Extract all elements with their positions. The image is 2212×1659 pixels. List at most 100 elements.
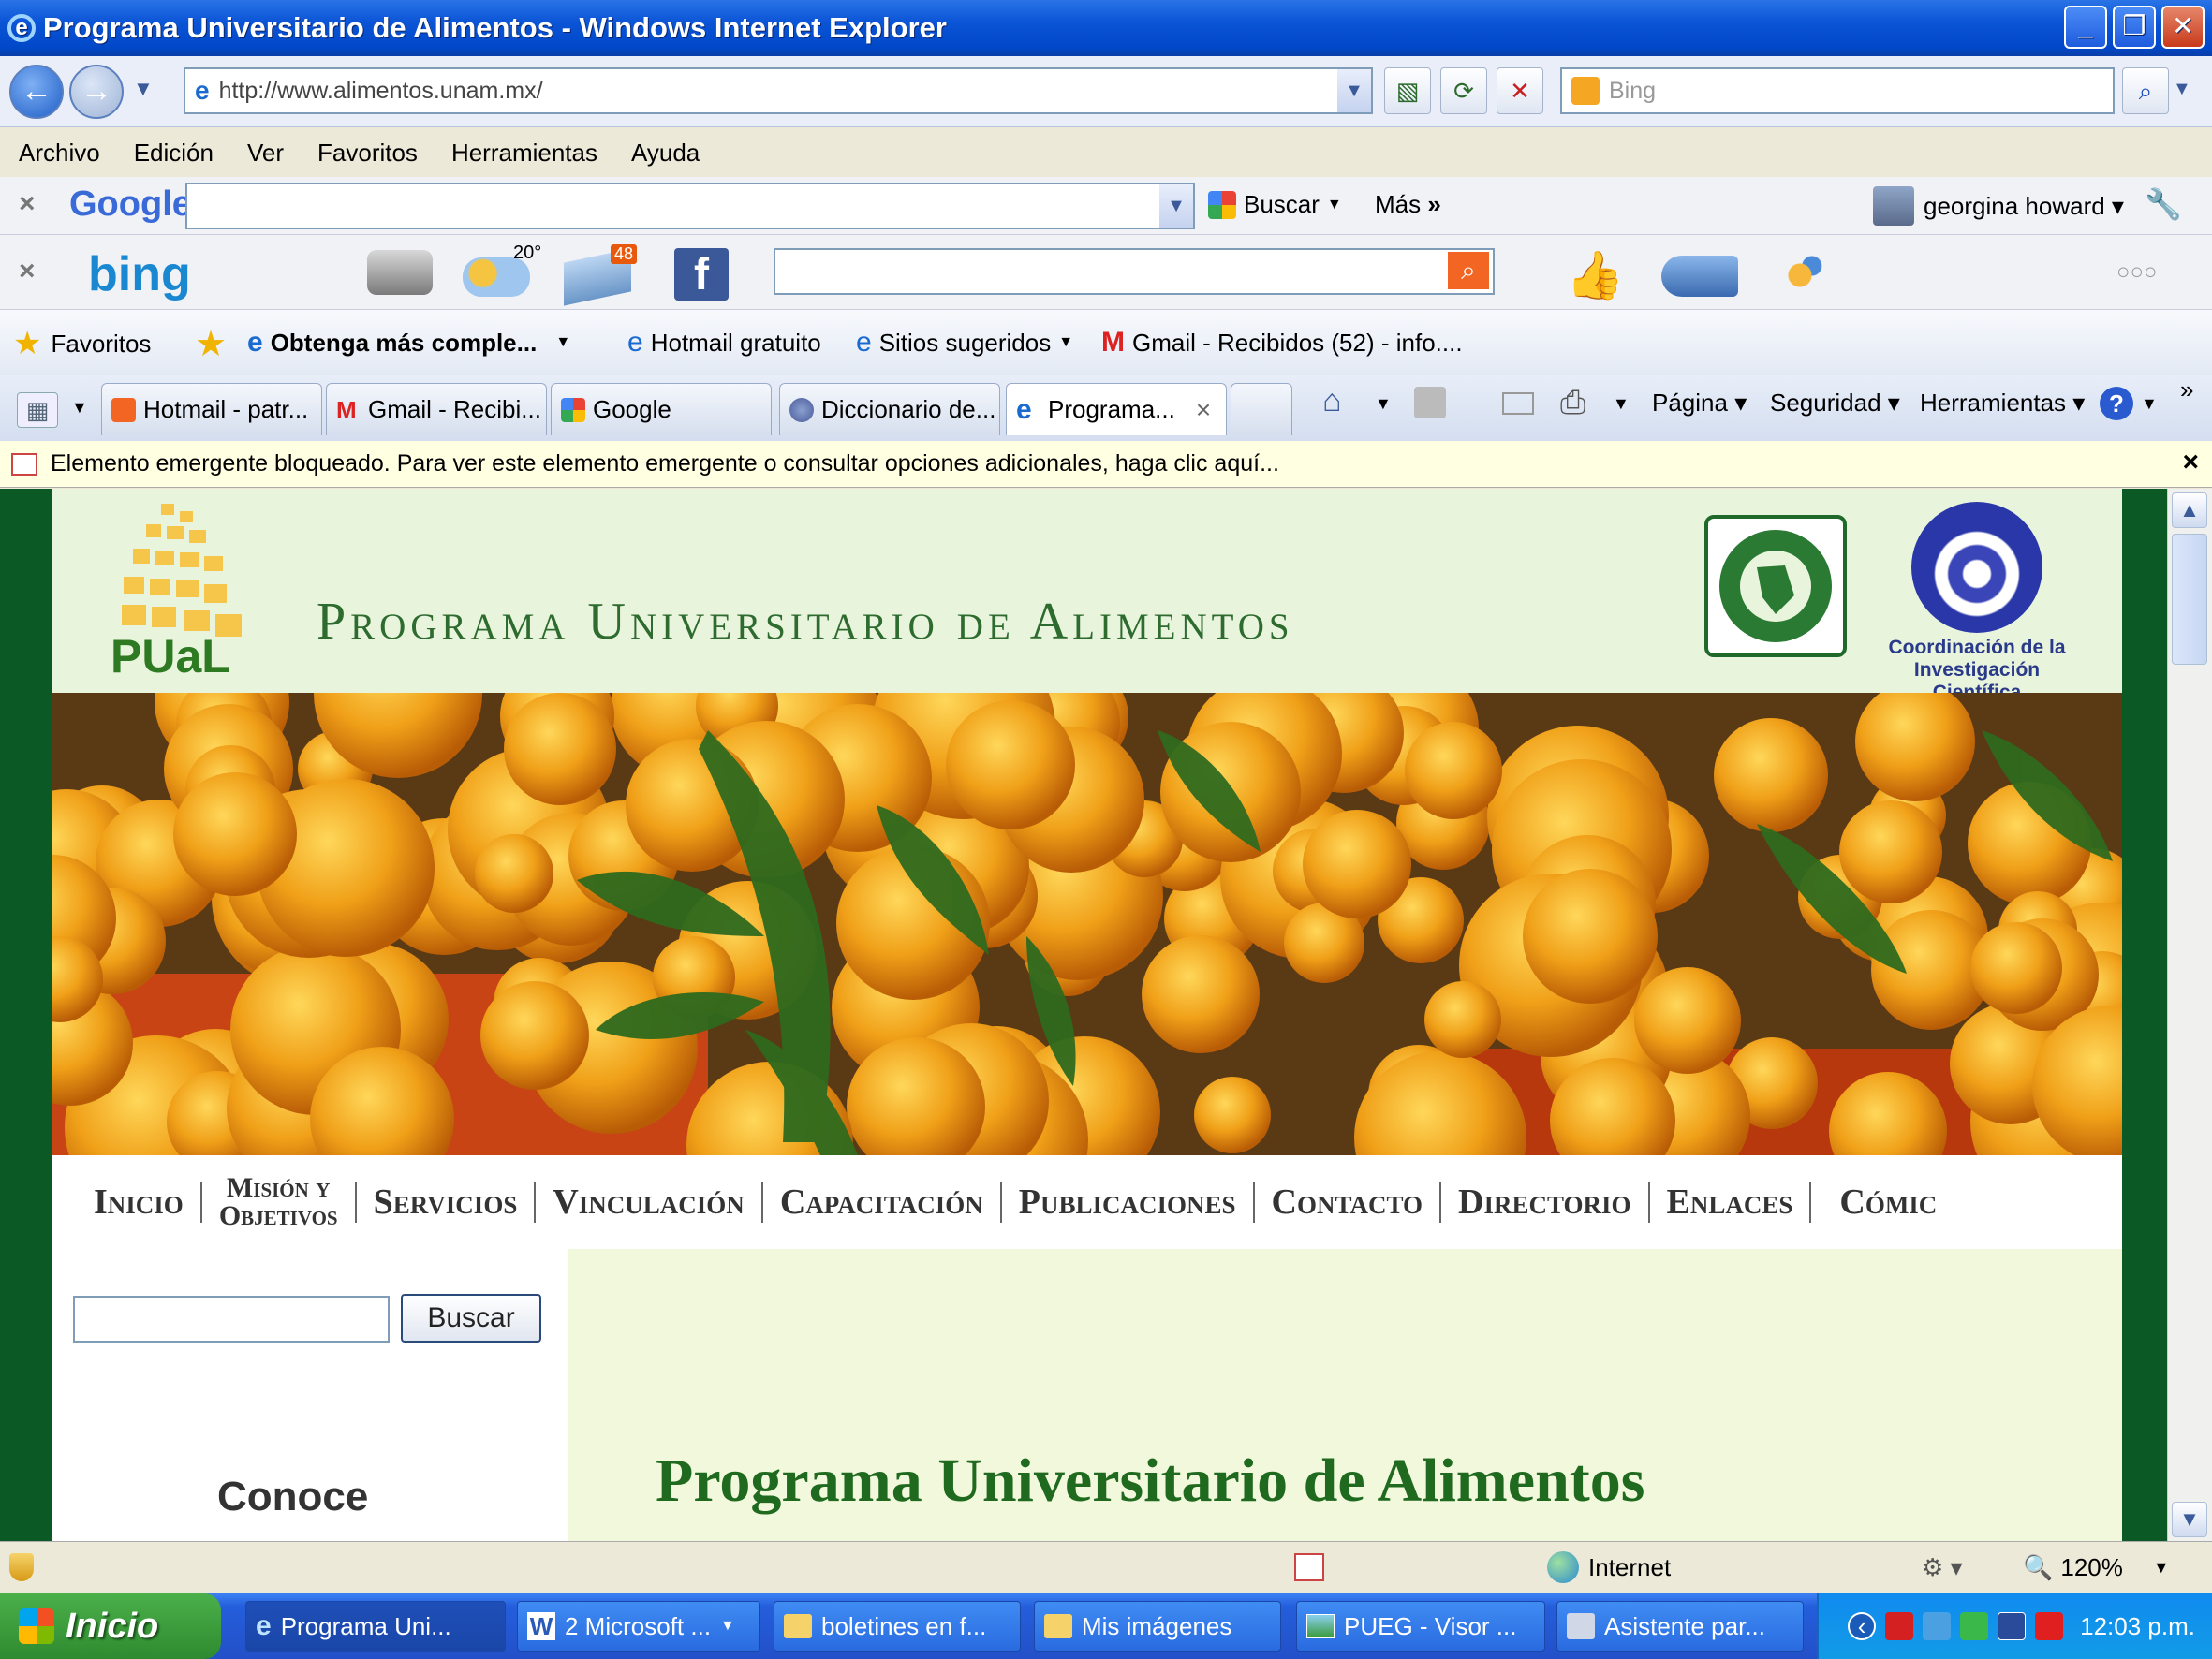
back-button[interactable]: ←	[9, 65, 64, 119]
blocked-popup-status-icon[interactable]	[1294, 1553, 1324, 1581]
home-icon[interactable]: ⌂	[1322, 383, 1342, 419]
fun-icon[interactable]	[1770, 252, 1830, 299]
fav-item-gmail[interactable]: M Gmail - Recibidos (52) - info....	[1101, 327, 1463, 359]
page-menu[interactable]: Página ▾	[1652, 389, 1747, 418]
task-programa[interactable]: e Programa Uni...	[245, 1601, 506, 1652]
tools-menu[interactable]: Herramientas ▾	[1920, 389, 2085, 418]
tab-gmail[interactable]: M Gmail - Recibi...	[326, 383, 547, 435]
vertical-scrollbar[interactable]: ▲ ▼	[2167, 489, 2212, 1541]
popup-blocked-bar[interactable]: Elemento emergente bloqueado. Para ver e…	[0, 441, 2212, 488]
protected-mode-icon[interactable]: ⚙ ▾	[1922, 1553, 1963, 1582]
chevron-down-icon[interactable]: ▼	[1613, 394, 1630, 414]
google-search-input[interactable]: ▼	[185, 183, 1195, 229]
nav-directorio[interactable]: Directorio	[1441, 1182, 1648, 1223]
bing-search-icon[interactable]: ⌕	[1448, 252, 1489, 289]
page-title: Programa Universitario de Alimentos	[656, 1446, 1645, 1515]
restore-button[interactable]: ❐	[2113, 6, 2156, 49]
close-tab-icon[interactable]: ×	[1196, 395, 1211, 425]
more-button[interactable]: Más »	[1375, 190, 1441, 219]
nav-inicio[interactable]: Inicio	[77, 1182, 200, 1223]
tab-programa[interactable]: e Programa... ×	[1006, 383, 1227, 435]
zoom-control[interactable]: 🔍 120% ▼	[2023, 1553, 2170, 1582]
nav-enlaces[interactable]: Enlaces	[1650, 1182, 1810, 1223]
quick-tabs-icon[interactable]: ▦	[17, 392, 58, 428]
scroll-up-icon[interactable]: ▲	[2172, 492, 2207, 528]
update-icon[interactable]	[1960, 1612, 1989, 1640]
print-icon[interactable]: ⎙	[1560, 385, 1585, 421]
antivirus-icon[interactable]	[2035, 1612, 2064, 1640]
menu-ayuda[interactable]: Ayuda	[631, 139, 700, 168]
task-word[interactable]: W 2 Microsoft ... ▼	[517, 1601, 760, 1652]
options-dots-icon[interactable]: ○○○	[2116, 259, 2158, 286]
task-pueg[interactable]: PUEG - Visor ...	[1296, 1601, 1545, 1652]
maps-icon[interactable]	[367, 250, 433, 295]
menu-edicion[interactable]: Edición	[134, 139, 214, 168]
task-boletines[interactable]: boletines en f...	[774, 1601, 1021, 1652]
chevron-down-icon[interactable]: ▼	[1375, 394, 1392, 414]
tray-expand-icon[interactable]: ‹	[1848, 1612, 1877, 1640]
tab-hotmail[interactable]: Hotmail - patr...	[101, 383, 322, 435]
read-mail-icon[interactable]	[1502, 392, 1534, 415]
add-favorite-icon[interactable]: ★	[195, 323, 227, 365]
user-menu[interactable]: georgina howard ▾	[1924, 192, 2124, 221]
nav-contacto[interactable]: Contacto	[1255, 1182, 1439, 1223]
close-button[interactable]: ✕	[2161, 6, 2205, 49]
nav-capacitacion[interactable]: Capacitación	[763, 1182, 1000, 1223]
help-icon[interactable]: ?	[2100, 387, 2133, 420]
network-icon[interactable]	[1923, 1612, 1952, 1640]
menu-favoritos[interactable]: Favoritos	[317, 139, 418, 168]
address-field[interactable]: e http://www.alimentos.unam.mx/ ▼	[184, 67, 1373, 114]
wrench-icon[interactable]: 🔧	[2145, 186, 2182, 222]
close-notice-icon[interactable]: ×	[2182, 447, 2199, 478]
monitor-icon[interactable]	[1998, 1612, 2027, 1640]
compatibility-icon[interactable]: ▧	[1384, 67, 1431, 114]
nav-publicaciones[interactable]: Publicaciones	[1002, 1182, 1253, 1223]
search-go-icon[interactable]: ⌕	[2122, 67, 2169, 114]
forward-button[interactable]: →	[69, 65, 124, 119]
nav-servicios[interactable]: Servicios	[357, 1182, 535, 1223]
scroll-down-icon[interactable]: ▼	[2172, 1502, 2207, 1537]
menu-ver[interactable]: Ver	[247, 139, 284, 168]
task-imagenes[interactable]: Mis imágenes	[1034, 1601, 1281, 1652]
site-search-input[interactable]	[73, 1296, 390, 1343]
feeds-icon[interactable]	[1414, 387, 1446, 418]
facebook-icon[interactable]: f	[674, 248, 729, 301]
more-commands-icon[interactable]: »	[2180, 375, 2193, 404]
tab-diccionario[interactable]: Diccionario de...	[779, 383, 1000, 435]
minimize-button[interactable]: _	[2064, 6, 2107, 49]
like-icon[interactable]: 👍	[1566, 248, 1624, 303]
favorites-button[interactable]: ★ Favoritos	[13, 325, 151, 362]
nav-mision[interactable]: Misión y Objetivos	[202, 1174, 355, 1230]
menu-archivo[interactable]: Archivo	[19, 139, 100, 168]
fav-item-hotmail[interactable]: e Hotmail gratuito	[627, 327, 821, 359]
google-history-dropdown-icon[interactable]: ▼	[1159, 184, 1193, 228]
bing-search-input[interactable]: ⌕	[774, 248, 1495, 295]
recent-pages-dropdown-icon[interactable]: ▼	[133, 77, 154, 101]
stop-icon[interactable]: ✕	[1497, 67, 1543, 114]
close-toolbar-icon[interactable]: ×	[19, 188, 36, 220]
tab-list-icon[interactable]: ▼	[71, 398, 88, 418]
search-box[interactable]: Bing	[1560, 67, 2115, 114]
security-zone[interactable]: Internet	[1547, 1551, 1671, 1583]
close-toolbar-icon[interactable]: ×	[19, 256, 36, 287]
refresh-icon[interactable]: ⟳	[1440, 67, 1487, 114]
nav-vinculacion[interactable]: Vinculación	[536, 1182, 760, 1223]
address-dropdown-icon[interactable]: ▼	[1337, 69, 1371, 112]
fav-item-obtenga[interactable]: e Obtenga más comple... ▼	[247, 327, 570, 359]
new-tab-button[interactable]	[1231, 383, 1292, 435]
start-button[interactable]: Inicio	[0, 1593, 221, 1659]
site-search-button[interactable]: Buscar	[401, 1294, 541, 1343]
pdf-icon[interactable]	[1885, 1612, 1914, 1640]
fav-item-sitios[interactable]: e Sitios sugeridos ▼	[856, 327, 1073, 359]
google-search-button[interactable]: Buscar ▼	[1208, 190, 1342, 219]
nav-comic[interactable]: Cómic	[1811, 1182, 1954, 1223]
chevron-down-icon[interactable]: ▼	[2141, 394, 2158, 414]
task-asistente[interactable]: Asistente par...	[1556, 1601, 1804, 1652]
video-icon[interactable]	[1661, 256, 1738, 297]
search-options-icon[interactable]: ▼	[2173, 79, 2191, 100]
orange-fruit	[1634, 967, 1741, 1074]
tab-google[interactable]: Google	[551, 383, 772, 435]
menu-herramientas[interactable]: Herramientas	[451, 139, 597, 168]
security-menu[interactable]: Seguridad ▾	[1770, 389, 1900, 418]
scroll-thumb[interactable]	[2172, 534, 2207, 665]
